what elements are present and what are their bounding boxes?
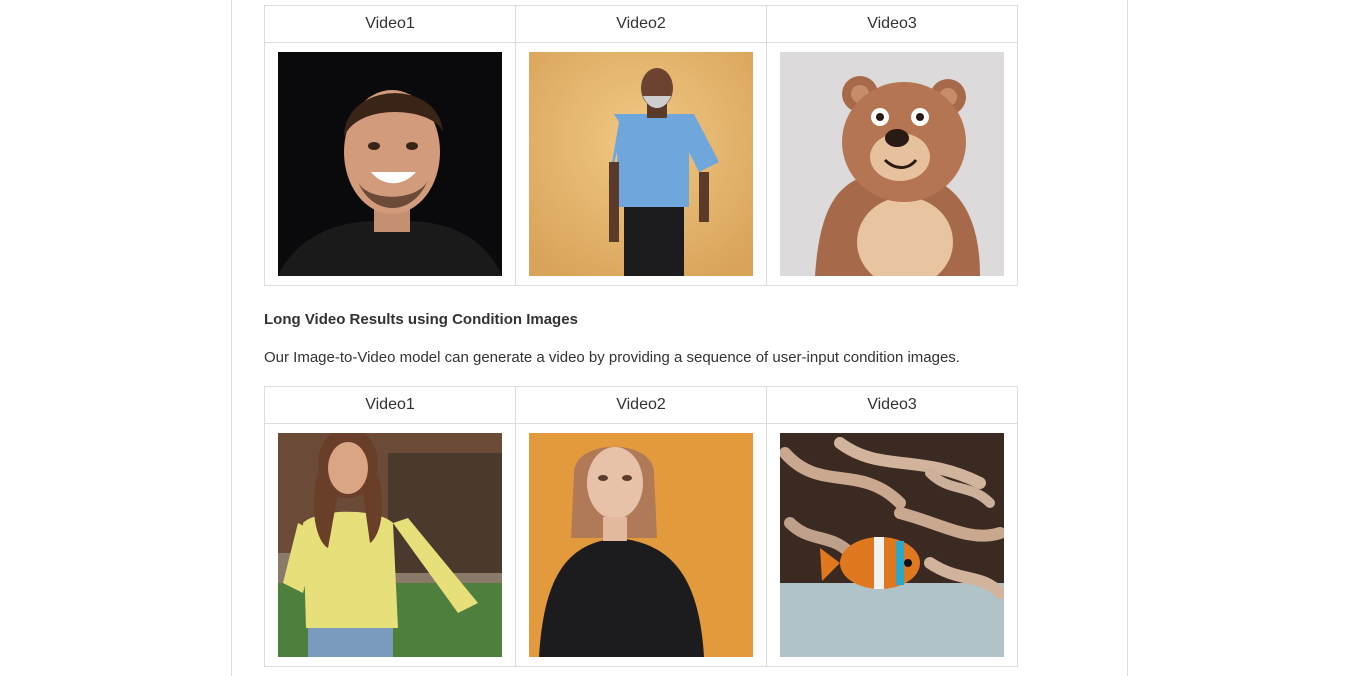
table-header-row: Video1 Video2 Video3 (264, 5, 1018, 43)
column-header: Video2 (515, 386, 767, 424)
video-cell (766, 42, 1018, 286)
table-row (264, 42, 1018, 286)
cartoon-bear-icon (780, 52, 1004, 276)
column-header: Video3 (766, 386, 1018, 424)
video-cell (264, 42, 516, 286)
elderly-man-icon (529, 52, 753, 276)
video-cell (766, 423, 1018, 667)
column-header: Video1 (264, 386, 516, 424)
table-row (264, 423, 1018, 667)
table-header-row: Video1 Video2 Video3 (264, 386, 1018, 424)
woman-black-shirt-icon (529, 433, 753, 657)
smiling-man-icon (278, 52, 502, 276)
video-thumbnail-woman-yellow[interactable] (278, 433, 502, 657)
video-cell (264, 423, 516, 667)
video-thumbnail-bear[interactable] (780, 52, 1004, 276)
clownfish-icon (780, 433, 1004, 657)
video-grid-1: Video1 Video2 Video3 (264, 5, 1018, 286)
section-title: Long Video Results using Condition Image… (264, 311, 578, 328)
video-thumbnail-man[interactable] (278, 52, 502, 276)
woman-yellow-top-icon (278, 433, 502, 657)
column-header: Video2 (515, 5, 767, 43)
video-thumbnail-elder[interactable] (529, 52, 753, 276)
column-header: Video3 (766, 5, 1018, 43)
column-header: Video1 (264, 5, 516, 43)
content-column: Video1 Video2 Video3 Long Video Results … (231, 0, 1128, 676)
video-cell (515, 42, 767, 286)
video-thumbnail-clownfish[interactable] (780, 433, 1004, 657)
video-thumbnail-woman-black[interactable] (529, 433, 753, 657)
video-cell (515, 423, 767, 667)
page: Video1 Video2 Video3 Long Video Results … (0, 0, 1360, 676)
video-grid-2: Video1 Video2 Video3 (264, 386, 1018, 667)
section-description: Our Image-to-Video model can generate a … (264, 349, 960, 366)
